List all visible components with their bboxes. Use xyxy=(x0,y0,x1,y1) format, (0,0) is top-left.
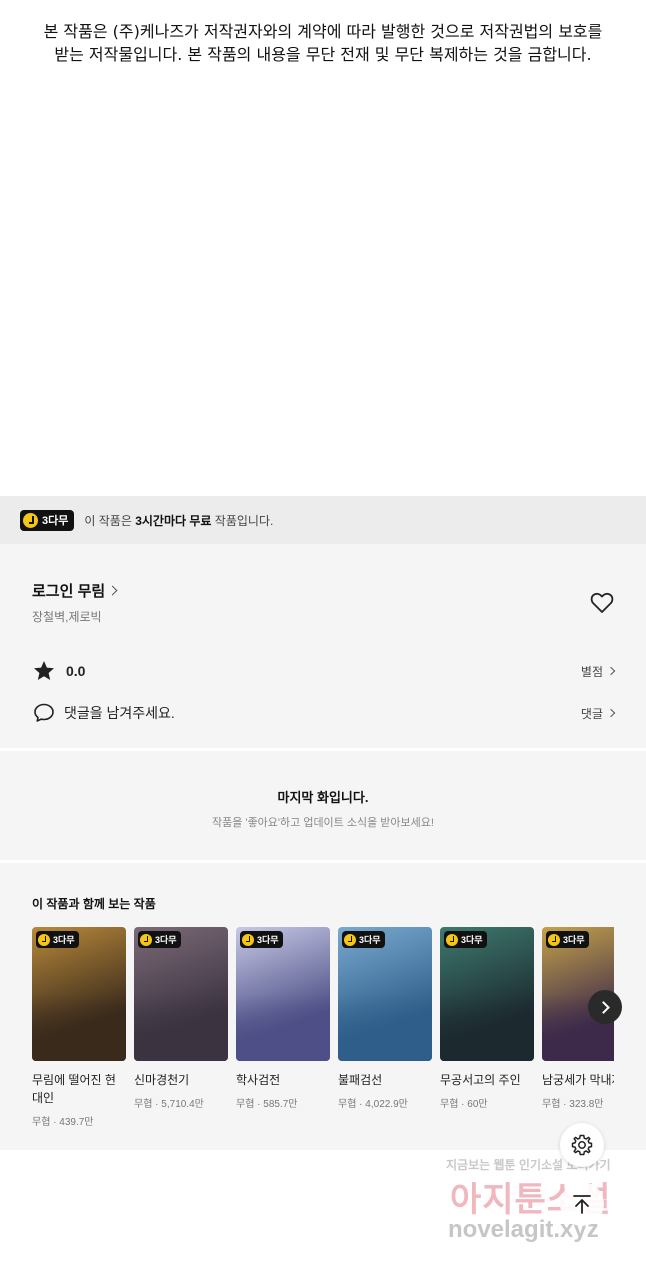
clock-icon xyxy=(23,512,38,528)
settings-button[interactable] xyxy=(560,1123,604,1167)
rating-row: 0.0 별점 xyxy=(32,658,616,684)
chevron-right-icon xyxy=(107,585,118,596)
cover-thumbnail[interactable]: 3다무 xyxy=(338,927,432,1061)
card-meta: 무협 · 5,710.4만 xyxy=(134,1099,204,1110)
free-badge: 3다무 xyxy=(20,509,75,531)
chevron-right-icon xyxy=(606,708,616,718)
recommendation-card[interactable]: 3다무학사검전무협 · 585.7만 xyxy=(236,927,330,1110)
arrow-up-icon xyxy=(573,1195,591,1214)
rating-link[interactable]: 별점 xyxy=(580,663,616,680)
last-episode-title: 마지막 화입니다. xyxy=(277,790,369,805)
recommendation-card[interactable]: 3다무무림에 떨어진 현대인무협 · 439.7만 xyxy=(32,927,126,1128)
recommendations-carousel: 3다무 무림에 떨어진 현대인 무협 · 439.7만 3다무 신마경천기 무협 · 5,… xyxy=(32,927,614,1137)
clock-icon xyxy=(446,933,458,946)
cover-thumbnail[interactable]: 3다무 xyxy=(236,927,330,1061)
cover-thumbnail[interactable]: 3다무 xyxy=(134,927,228,1061)
rating-link-label: 별점 xyxy=(580,664,603,679)
work-info-panel: 로그인 무림 장철벽,제로빅 0.0 별점 댓글을 남겨주세요. 댓글 xyxy=(0,544,646,748)
free-badge-label: 3다무 xyxy=(155,935,177,945)
card-title[interactable]: 무림에 떨어진 현대인 xyxy=(32,1071,126,1107)
comment-row: 댓글을 남겨주세요. 댓글 xyxy=(32,700,616,726)
free-badge: 3다무 xyxy=(240,931,283,948)
card-title[interactable]: 남궁세가 막내자 xyxy=(542,1071,614,1089)
recommendation-card[interactable]: 3다무신마경천기무협 · 5,710.4만 xyxy=(134,927,228,1110)
free-badge: 3다무 xyxy=(138,931,181,948)
cover-thumbnail[interactable]: 3다무 xyxy=(32,927,126,1061)
card-meta: 무협 · 4,022.9만 xyxy=(338,1099,408,1110)
speech-bubble-icon xyxy=(34,703,54,722)
chevron-right-icon xyxy=(606,666,616,676)
recommendations-heading: 이 작품과 함께 보는 작품 xyxy=(32,897,156,911)
card-title[interactable]: 무공서고의 주인 xyxy=(440,1071,534,1089)
free-badge-label: 3다무 xyxy=(563,935,585,945)
card-meta: 무협 · 439.7만 xyxy=(32,1117,94,1128)
work-title-link[interactable]: 로그인 무림 xyxy=(32,580,118,601)
copyright-notice: 본 작품은 (주)케나즈가 저작권자와의 계약에 따라 발행한 것으로 저작권법… xyxy=(0,20,646,66)
comment-link-label: 댓글 xyxy=(580,706,603,721)
free-badge: 3다무 xyxy=(546,931,589,948)
free-badge-label: 3다무 xyxy=(359,935,381,945)
clock-icon xyxy=(140,933,152,946)
recommendations-section: 이 작품과 함께 보는 작품 3다무무림에 떨어진 현대인무협 · 439.7만… xyxy=(0,863,646,1150)
cover-art xyxy=(440,994,534,1061)
scroll-top-button[interactable] xyxy=(560,1182,604,1226)
free-text-post: 작품입니다. xyxy=(211,513,274,528)
cover-art xyxy=(32,994,126,1061)
carousel-next-button[interactable] xyxy=(588,990,622,1024)
copyright-line-1: 본 작품은 (주)케나즈가 저작권자와의 계약에 따라 발행한 것으로 저작권법… xyxy=(43,22,603,41)
recommendation-card[interactable]: 3다무무공서고의 주인무협 · 60만 xyxy=(440,927,534,1110)
heart-icon[interactable] xyxy=(590,592,614,614)
free-badge: 3다무 xyxy=(36,931,79,948)
card-meta: 무협 · 585.7만 xyxy=(236,1099,298,1110)
work-title: 로그인 무림 xyxy=(32,583,106,600)
gear-icon xyxy=(571,1134,593,1156)
clock-icon xyxy=(548,933,560,946)
free-badge-label: 3다무 xyxy=(461,935,483,945)
card-title[interactable]: 불패검선 xyxy=(338,1071,432,1089)
free-badge-label: 3다무 xyxy=(53,935,75,945)
free-badge: 3다무 xyxy=(444,931,487,948)
last-episode-subtitle: 작품을 '좋아요'하고 업데이트 소식을 받아보세요! xyxy=(212,817,434,829)
free-badge-label: 3다무 xyxy=(257,935,279,945)
card-title[interactable]: 신마경천기 xyxy=(134,1071,228,1089)
recommendation-card[interactable]: 3다무불패검선무협 · 4,022.9만 xyxy=(338,927,432,1110)
cover-art xyxy=(338,994,432,1061)
card-meta: 무협 · 60만 xyxy=(440,1099,488,1110)
cover-art xyxy=(134,994,228,1061)
clock-icon xyxy=(242,933,254,946)
free-text-pre: 이 작품은 xyxy=(84,513,136,528)
cover-thumbnail[interactable]: 3다무 xyxy=(440,927,534,1061)
clock-icon xyxy=(344,933,356,946)
cover-art xyxy=(236,994,330,1061)
rating-value: 0.0 xyxy=(66,663,86,679)
watermark: 지금보는 웹툰 인기소설 보러가기 아지툰소설 novelagit.xyz xyxy=(430,1156,640,1256)
star-icon xyxy=(34,661,54,680)
free-badge-label: 3다무 xyxy=(42,515,69,527)
comment-link[interactable]: 댓글 xyxy=(580,705,616,722)
card-meta: 무협 · 323.8만 xyxy=(542,1099,604,1110)
free-info-bar: 3다무 이 작품은 3시간마다 무료 작품입니다. xyxy=(0,496,646,544)
card-title[interactable]: 학사검전 xyxy=(236,1071,330,1089)
copyright-line-2: 받는 저작물입니다. 본 작품의 내용을 무단 전재 및 무단 복제하는 것을 … xyxy=(54,45,592,64)
last-episode-notice: 마지막 화입니다. 작품을 '좋아요'하고 업데이트 소식을 받아보세요! xyxy=(0,751,646,860)
free-badge: 3다무 xyxy=(342,931,385,948)
comment-prompt[interactable]: 댓글을 남겨주세요. xyxy=(64,703,175,723)
clock-icon xyxy=(38,933,50,946)
work-authors: 장철벽,제로빅 xyxy=(32,610,102,624)
chevron-right-icon xyxy=(596,1000,610,1014)
free-text-bold: 3시간마다 무료 xyxy=(135,513,212,528)
free-info-text: 이 작품은 3시간마다 무료 작품입니다. xyxy=(84,512,273,529)
